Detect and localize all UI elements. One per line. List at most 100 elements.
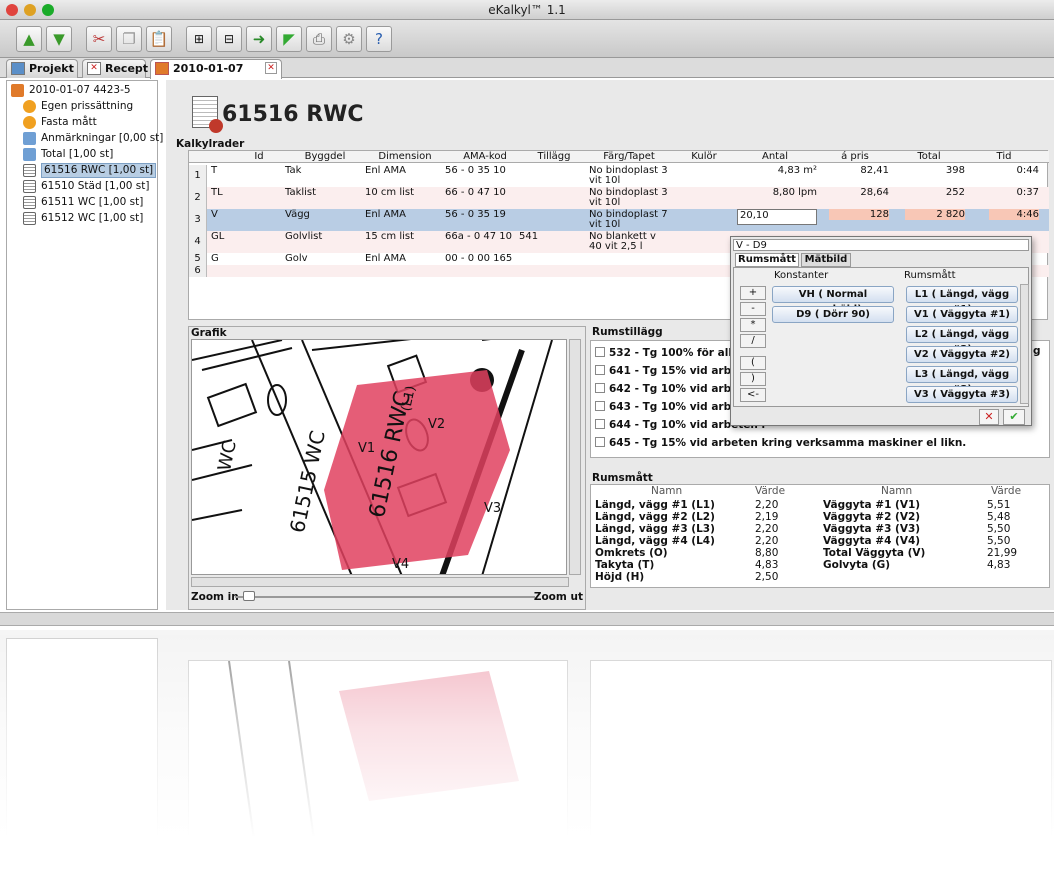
- rumsmatt-v3-button[interactable]: V3 ( Väggyta #3): [906, 386, 1018, 403]
- cell-pris[interactable]: 82,41: [829, 165, 889, 176]
- rumsmatt-l2-button[interactable]: L2 ( Längd, vägg #2): [906, 326, 1018, 355]
- flag-icon[interactable]: ◤: [276, 25, 302, 52]
- cell-dim[interactable]: 15 cm list: [365, 231, 435, 242]
- checkbox[interactable]: [595, 365, 605, 375]
- cell-total[interactable]: 2 820: [905, 209, 965, 220]
- cell-n[interactable]: 2: [189, 187, 207, 209]
- col-antal[interactable]: Antal: [735, 151, 815, 163]
- cell-total[interactable]: 252: [905, 187, 965, 198]
- close-window-icon[interactable]: [6, 4, 18, 16]
- checkbox[interactable]: [595, 401, 605, 411]
- cell-tillagg[interactable]: 541: [519, 231, 559, 242]
- table-row[interactable]: 3 V Vägg Enl AMA 56 - 0 35 19 No bindoplast 7…: [189, 209, 1049, 231]
- cell-dim[interactable]: Enl AMA: [365, 253, 435, 264]
- cell-n[interactable]: 5: [189, 253, 207, 265]
- cell-antal[interactable]: 4,83 m²: [737, 165, 817, 176]
- cell-n[interactable]: 3: [189, 209, 207, 231]
- cancel-button[interactable]: ✕: [979, 409, 999, 425]
- rumsmatt-v2-button[interactable]: V2 ( Väggyta #2): [906, 346, 1018, 363]
- ok-button[interactable]: ✔: [1003, 409, 1025, 425]
- cell-farg2[interactable]: vit 10l: [589, 175, 620, 186]
- cell-byggdel[interactable]: Golv: [285, 253, 355, 264]
- help-icon[interactable]: ?: [366, 25, 392, 52]
- move-down-icon[interactable]: ▼: [46, 25, 72, 52]
- cell-antal[interactable]: 8,80 lpm: [737, 187, 817, 198]
- cell-n[interactable]: 6: [189, 265, 207, 277]
- settings-icon[interactable]: ⚙: [336, 25, 362, 52]
- operator-button[interactable]: *: [740, 318, 766, 332]
- col-dimension[interactable]: Dimension: [365, 151, 445, 163]
- cell-n[interactable]: 1: [189, 165, 207, 187]
- cell-byggdel[interactable]: Vägg: [285, 209, 355, 220]
- tab-rumsmatt[interactable]: Rumsmått: [735, 253, 799, 267]
- cell-byggdel[interactable]: Golvlist: [285, 231, 355, 242]
- col-farg[interactable]: Färg/Tapet: [589, 151, 669, 163]
- col-tid[interactable]: Tid: [969, 151, 1039, 163]
- col-tillagg[interactable]: Tillägg: [519, 151, 589, 163]
- col-pris[interactable]: á pris: [815, 151, 895, 163]
- col-kulor[interactable]: Kulör: [669, 151, 739, 163]
- minimize-window-icon[interactable]: [24, 4, 36, 16]
- cell-ama[interactable]: 56 - 0 35 10: [445, 165, 525, 176]
- floor-plan-canvas[interactable]: V1 V2 V3 V4 61516 RWC 61515 WC WC (L1): [191, 339, 567, 575]
- print-icon[interactable]: ⎙: [306, 25, 332, 52]
- rumsmatt-l1-button[interactable]: L1 ( Längd, vägg #1): [906, 286, 1018, 315]
- zoom-window-icon[interactable]: [42, 4, 54, 16]
- cell-dim[interactable]: Enl AMA: [365, 165, 435, 176]
- cell-ama[interactable]: 66 - 0 47 10: [445, 187, 525, 198]
- paste-icon[interactable]: 📋: [146, 25, 172, 52]
- insert-row-icon[interactable]: ⊞: [186, 25, 212, 52]
- checkbox[interactable]: [595, 383, 605, 393]
- cell-byggdel[interactable]: Taklist: [285, 187, 355, 198]
- cell-id[interactable]: TL: [211, 187, 251, 198]
- close-tab-icon[interactable]: ✕: [265, 62, 277, 74]
- cell-id[interactable]: G: [211, 253, 251, 264]
- cell-ama[interactable]: 00 - 0 00 165: [445, 253, 525, 264]
- checkbox[interactable]: [595, 419, 605, 429]
- operator-button[interactable]: <-: [740, 388, 766, 402]
- cell-ama[interactable]: 56 - 0 35 19: [445, 209, 525, 220]
- cell-tid[interactable]: 0:44: [989, 165, 1039, 176]
- formula-input[interactable]: V - D9: [733, 239, 1029, 251]
- cell-antal[interactable]: 20,10: [737, 209, 817, 225]
- zoom-slider[interactable]: [235, 596, 535, 598]
- list-item[interactable]: 645 - Tg 15% vid arbeten kring verksamma…: [595, 435, 966, 451]
- col-ama[interactable]: AMA-kod: [445, 151, 525, 163]
- tab-recept[interactable]: ✕ Recept: [82, 59, 148, 78]
- table-row[interactable]: 1 T Tak Enl AMA 56 - 0 35 10 No bindoplast 3v…: [189, 165, 1049, 187]
- rumsmatt-l3-button[interactable]: L3 ( Längd, vägg #3): [906, 366, 1018, 395]
- checkbox[interactable]: [595, 347, 605, 357]
- cell-n[interactable]: 4: [189, 231, 207, 253]
- cell-pris[interactable]: 28,64: [829, 187, 889, 198]
- cell-farg2[interactable]: vit 10l: [589, 219, 620, 230]
- tab-project-document[interactable]: 2010-01-07 4423-5 ✕: [150, 59, 282, 92]
- cell-total[interactable]: 398: [905, 165, 965, 176]
- operator-button[interactable]: /: [740, 334, 766, 348]
- col-total[interactable]: Total: [889, 151, 969, 163]
- cell-ama[interactable]: 66a - 0 47 10: [445, 231, 525, 242]
- zoom-slider-thumb[interactable]: [243, 591, 255, 601]
- checkbox[interactable]: [595, 437, 605, 447]
- operator-button[interactable]: (: [740, 356, 766, 370]
- operator-button[interactable]: ): [740, 372, 766, 386]
- cell-farg2[interactable]: 40 vit 2,5 l: [589, 241, 643, 252]
- grafik-hscroll[interactable]: [191, 577, 569, 587]
- cell-farg2[interactable]: vit 10l: [589, 197, 620, 208]
- konstant-vh-button[interactable]: VH ( Normal rumshöjd): [772, 286, 894, 315]
- operator-button[interactable]: +: [740, 286, 766, 300]
- delete-row-icon[interactable]: ⊟: [216, 25, 242, 52]
- room-highlight[interactable]: [324, 370, 510, 570]
- cell-id[interactable]: T: [211, 165, 251, 176]
- grafik-vscroll[interactable]: [569, 339, 581, 575]
- tab-projekt[interactable]: Projekt: [6, 59, 78, 78]
- cell-id[interactable]: V: [211, 209, 251, 220]
- cell-tid[interactable]: 0:37: [989, 187, 1039, 198]
- popup-scrollbar[interactable]: [1020, 284, 1029, 404]
- cell-byggdel[interactable]: Tak: [285, 165, 355, 176]
- copy-icon[interactable]: ❐: [116, 25, 142, 52]
- cell-pris[interactable]: 128: [829, 209, 889, 220]
- tab-matbild[interactable]: Mätbild: [801, 253, 851, 267]
- cell-tid[interactable]: 4:46: [989, 209, 1039, 220]
- cell-dim[interactable]: Enl AMA: [365, 209, 435, 220]
- move-up-icon[interactable]: ▲: [16, 25, 42, 52]
